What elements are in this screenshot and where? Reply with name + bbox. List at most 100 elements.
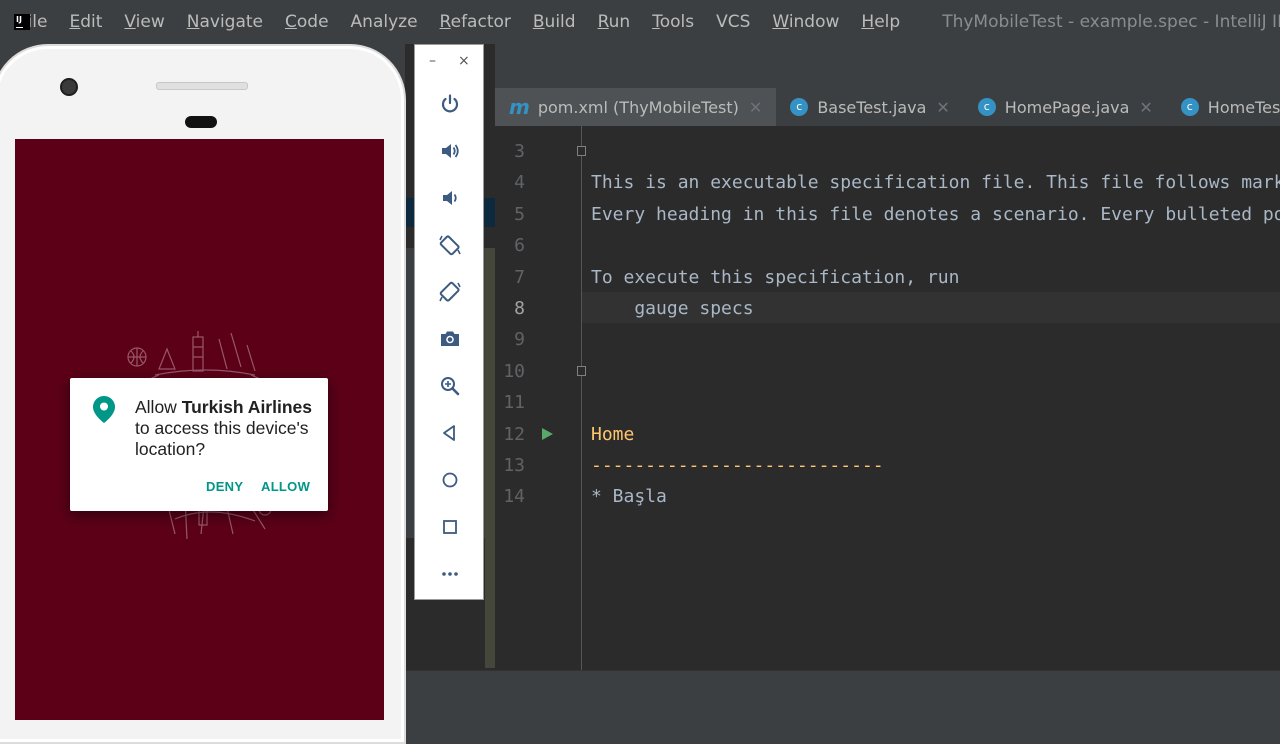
fold-marker-icon[interactable] xyxy=(577,146,586,156)
code-line[interactable]: 3 xyxy=(495,136,1280,167)
tab-homepage-java[interactable]: c HomePage.java ✕ xyxy=(964,88,1167,126)
class-icon: c xyxy=(1180,98,1199,116)
close-button[interactable]: × xyxy=(458,53,470,69)
power-button[interactable] xyxy=(437,91,463,117)
code-line[interactable]: 6 xyxy=(495,230,1280,261)
volume-up-button[interactable] xyxy=(437,138,463,164)
menu-label: dit xyxy=(80,12,103,32)
code-line[interactable]: 5 Every heading in this file denotes a sc… xyxy=(495,199,1280,230)
menu-vcs[interactable]: VCS xyxy=(716,12,750,32)
code-line[interactable]: 13 --------------------------- xyxy=(495,450,1280,481)
menu-mnemonic: N xyxy=(186,12,200,32)
close-icon[interactable]: ✕ xyxy=(749,98,762,117)
tab-basetest-java[interactable]: c BaseTest.java ✕ xyxy=(776,88,963,126)
code-text: gauge specs xyxy=(591,298,754,319)
line-number: 5 xyxy=(514,203,525,225)
menu-label: indow xyxy=(788,12,840,32)
tab-pom-xml[interactable]: m pom.xml (ThyMobileTest) ✕ xyxy=(495,88,777,126)
back-icon xyxy=(443,425,455,441)
code-text: * Başla xyxy=(591,486,667,508)
minimize-button[interactable]: – xyxy=(429,53,436,69)
run-scenario-icon[interactable] xyxy=(542,427,553,440)
scroll-band xyxy=(485,248,495,668)
menu-mnemonic: R xyxy=(597,12,609,32)
phone-sensor xyxy=(185,116,217,128)
menu-view[interactable]: View xyxy=(124,12,164,32)
menu-edit[interactable]: Edit xyxy=(69,12,102,32)
class-icon: c xyxy=(790,98,809,116)
tab-label: HomeTest.java xyxy=(1207,97,1280,117)
camera-lens xyxy=(60,78,78,96)
code-line[interactable]: 14 * Başla xyxy=(495,481,1280,512)
menu-mnemonic: V xyxy=(124,12,136,32)
menu-code[interactable]: Code xyxy=(285,12,329,32)
menu-mnemonic: H xyxy=(861,12,875,32)
close-icon[interactable]: ✕ xyxy=(1139,98,1152,117)
code-editor[interactable]: 3 4 This is an executable specification fi… xyxy=(495,126,1280,670)
menu-mnemonic: C xyxy=(285,12,297,32)
code-line[interactable]: 10 xyxy=(495,356,1280,387)
code-line[interactable]: 12 Home xyxy=(495,419,1280,450)
rotate-right-button[interactable] xyxy=(437,279,463,305)
deny-button[interactable]: DENY xyxy=(206,479,243,494)
menu-label: ode xyxy=(296,12,329,32)
menu-refactor[interactable]: Refactor xyxy=(440,12,511,32)
line-number: 6 xyxy=(514,235,525,257)
menu-label: uild xyxy=(544,12,576,32)
menu-mnemonic: B xyxy=(532,12,545,32)
menu-help[interactable]: Help xyxy=(861,12,900,32)
menu-window[interactable]: Window xyxy=(772,12,839,32)
close-icon[interactable]: ✕ xyxy=(936,98,949,117)
phone-speaker xyxy=(156,82,248,90)
menu-mnemonic: T xyxy=(652,12,660,32)
back-button[interactable] xyxy=(437,420,463,446)
line-number: 13 xyxy=(503,455,525,476)
volume-up-icon xyxy=(442,144,459,158)
rotate-left-button[interactable] xyxy=(437,232,463,258)
code-text: To execute this specification, run xyxy=(591,266,960,288)
code-text: Home xyxy=(591,423,635,445)
line-number: 12 xyxy=(503,423,525,445)
screenshot-button[interactable] xyxy=(437,326,463,352)
menu-label: efactor xyxy=(450,12,511,32)
fold-marker-icon[interactable] xyxy=(577,365,586,376)
tab-hometest-java[interactable]: c HomeTest.java xyxy=(1167,88,1280,126)
dialog-message: Allow Turkish Airlines to access this de… xyxy=(135,397,320,460)
home-button[interactable] xyxy=(437,467,463,493)
dialog-text-suffix: to access this device's location? xyxy=(135,418,309,459)
camera-icon xyxy=(441,331,459,346)
more-button[interactable] xyxy=(437,561,463,587)
menu-label: ile xyxy=(27,12,48,32)
code-line[interactable]: 11 xyxy=(495,387,1280,418)
code-line[interactable]: 9 xyxy=(495,324,1280,355)
line-number: 4 xyxy=(514,172,525,194)
line-number: 9 xyxy=(514,329,525,351)
overview-button[interactable] xyxy=(437,514,463,540)
code-line[interactable]: 4 This is an executable specification fil… xyxy=(495,167,1280,198)
menu-label: iew xyxy=(135,12,165,32)
tab-label: BaseTest.java xyxy=(817,97,927,117)
menu-run[interactable]: Run xyxy=(598,12,631,32)
overview-icon xyxy=(443,520,457,534)
code-text: Every heading in this file denotes a sce… xyxy=(591,203,1280,225)
volume-down-button[interactable] xyxy=(437,185,463,211)
menu-build[interactable]: Build xyxy=(533,12,576,32)
code-line[interactable]: 7 To execute this specification, run xyxy=(495,262,1280,293)
menu-label: VCS xyxy=(716,12,751,32)
menu-mnemonic: E xyxy=(69,12,81,32)
line-number: 8 xyxy=(514,298,525,319)
location-permission-dialog: Allow Turkish Airlines to access this de… xyxy=(70,378,328,511)
zoom-button[interactable] xyxy=(437,373,463,399)
menu-label: elp xyxy=(874,12,901,32)
tab-label: HomePage.java xyxy=(1004,97,1130,117)
menu-bar: IJ FileEditViewNavigateCodeAnalyzeRefact… xyxy=(0,0,1280,44)
menu-analyze[interactable]: Analyze xyxy=(351,12,418,32)
menu-tools[interactable]: Tools xyxy=(652,12,694,32)
app-name: Turkish Airlines xyxy=(181,397,312,417)
tab-label: pom.xml (ThyMobileTest) xyxy=(537,97,739,117)
code-line[interactable]: 8 gauge specs xyxy=(495,293,1280,324)
allow-button[interactable]: ALLOW xyxy=(261,479,310,494)
menu-navigate[interactable]: Navigate xyxy=(187,12,263,32)
more-icon xyxy=(442,572,458,576)
code-text: --------------------------- xyxy=(591,455,884,476)
